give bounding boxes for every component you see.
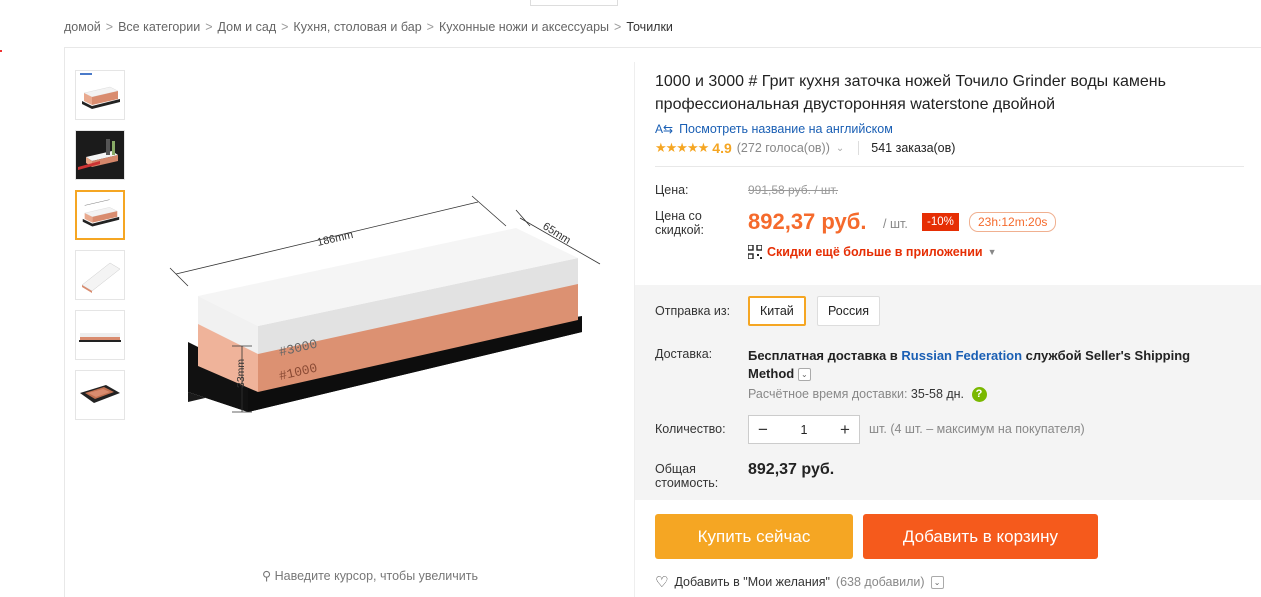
discount-label-line1: Цена со xyxy=(655,209,702,223)
chevron-down-icon[interactable]: ⌄ xyxy=(797,368,811,382)
eta-label: Расчётное время доставки: xyxy=(748,387,908,401)
thumbnail-6[interactable] xyxy=(75,370,125,420)
delivery-eta: Расчётное время доставки: 35-58 дн. ? xyxy=(748,387,987,403)
divider xyxy=(655,166,1244,167)
panel-left-border xyxy=(64,47,65,597)
top-tab-stub xyxy=(530,0,618,6)
help-icon[interactable]: ? xyxy=(971,387,987,403)
thumbnail-1[interactable] xyxy=(75,70,125,120)
quantity-label: Количество: xyxy=(655,422,726,436)
thumbnail-5[interactable] xyxy=(75,310,125,360)
total-label-line2: стоимость: xyxy=(655,476,719,490)
countdown-timer: 23h:12m:20s xyxy=(969,212,1057,232)
add-to-cart-button[interactable]: Добавить в корзину xyxy=(863,514,1098,559)
label-height: 33mm xyxy=(235,359,247,388)
chevron-down-icon[interactable]: ⌄ xyxy=(930,575,944,589)
translate-icon: A⇆ xyxy=(655,122,674,136)
breadcrumb-home-garden[interactable]: Дом и сад xyxy=(218,20,277,34)
stray-dot xyxy=(0,50,2,52)
price-unit: / шт. xyxy=(883,217,908,231)
rating-votes[interactable]: (272 голоса(ов)) xyxy=(737,141,830,155)
breadcrumb-separator: > xyxy=(205,20,213,34)
discount-label-line2: скидкой: xyxy=(655,223,705,237)
zoom-hint: ⚲ Наведите курсор, чтобы увеличить xyxy=(262,568,478,583)
rating-score: 4.9 xyxy=(712,140,732,156)
plus-icon[interactable]: + xyxy=(831,420,859,440)
product-info: 1000 и 3000 # Грит кухня заточка ножей Т… xyxy=(655,70,1255,265)
qr-code-icon xyxy=(748,245,762,259)
breadcrumb-separator: > xyxy=(105,20,114,34)
rating-stars-icon: ★★★★★ xyxy=(655,140,709,155)
breadcrumb-current: Точилки xyxy=(626,20,673,34)
discount-badge: -10% xyxy=(922,213,959,231)
app-deal-link[interactable]: Скидки ещё больше в приложении ▼ xyxy=(748,245,997,259)
breadcrumb-home[interactable]: домой xyxy=(64,20,101,34)
breadcrumb-separator: > xyxy=(281,20,289,34)
thumbnail-2[interactable] xyxy=(75,130,125,180)
app-deal-text: Скидки ещё больше в приложении xyxy=(767,245,983,259)
orders-count: 541 заказа(ов) xyxy=(871,141,956,155)
total-price: 892,37 руб. xyxy=(748,461,835,478)
price-label: Цена: xyxy=(655,183,689,197)
old-price: 991,58 руб. / шт. xyxy=(748,183,839,197)
caret-down-icon: ▼ xyxy=(987,247,997,257)
total-label-line1: Общая xyxy=(655,462,696,476)
eta-days: 35-58 дн. xyxy=(910,387,965,401)
wishlist-text: Добавить в "Мои желания" xyxy=(674,575,830,589)
rating-separator xyxy=(858,141,860,155)
main-product-image[interactable]: 186mm 65mm 33mm #3000 #1000 xyxy=(140,70,625,555)
minus-icon[interactable]: − xyxy=(749,420,777,440)
buy-now-button[interactable]: Купить сейчас xyxy=(655,514,853,559)
breadcrumb: домой > Все категории > Дом и сад > Кухня, сто… xyxy=(64,20,673,34)
discount-price-label: Цена со скидкой: xyxy=(655,209,704,237)
price-box: Цена: 991,58 руб. / шт. Цена со скидкой:… xyxy=(655,181,1255,265)
current-price: 892,37 руб. xyxy=(748,209,867,234)
breadcrumb-separator: > xyxy=(426,20,434,34)
ship-from-russia[interactable]: Россия xyxy=(817,296,880,326)
thumbnail-3[interactable] xyxy=(75,190,125,240)
chevron-down-icon[interactable]: ⌄ xyxy=(836,143,844,154)
product-title: 1000 и 3000 # Грит кухня заточка ножей Т… xyxy=(655,73,1166,113)
label-length: 186mm xyxy=(316,229,354,249)
breadcrumb-kitchen[interactable]: Кухня, столовая и бар xyxy=(293,20,421,34)
delivery-country-link[interactable]: Russian Federation xyxy=(901,348,1022,363)
quantity-note: шт. (4 шт. – максимум на покупателя) xyxy=(869,422,1085,436)
total-label: Общая стоимость: xyxy=(655,462,718,490)
delivery-label: Доставка: xyxy=(655,347,713,361)
translate-link[interactable]: A⇆ Посмотреть название на английском xyxy=(655,122,1255,136)
rating-row: ★★★★★ 4.9 (272 голоса(ов)) ⌄ 541 заказа(… xyxy=(655,140,1255,156)
thumbnail-strip xyxy=(75,70,125,430)
translate-link-text: Посмотреть название на английском xyxy=(679,122,893,136)
breadcrumb-separator: > xyxy=(614,20,622,34)
thumbnail-4[interactable] xyxy=(75,250,125,300)
ship-from-label: Отправка из: xyxy=(655,304,731,318)
wishlist-row[interactable]: ♡ Добавить в "Мои желания" (638 добавили… xyxy=(655,573,944,591)
breadcrumb-knives[interactable]: Кухонные ножи и аксессуары xyxy=(439,20,609,34)
quantity-input[interactable]: 1 xyxy=(790,423,818,437)
breadcrumb-all-categories[interactable]: Все категории xyxy=(118,20,200,34)
zoom-hint-text: Наведите курсор, чтобы увеличить xyxy=(274,569,478,583)
heart-plus-icon: ♡ xyxy=(655,574,669,591)
magnifier-icon: ⚲ xyxy=(262,569,272,583)
delivery-pre: Бесплатная доставка в xyxy=(748,348,902,363)
delivery-info: Бесплатная доставка в Russian Federation… xyxy=(748,347,1238,383)
wishlist-count: (638 добавили) xyxy=(835,575,925,589)
ship-from-china[interactable]: Китай xyxy=(748,296,806,326)
quantity-stepper: − 1 + xyxy=(748,415,860,444)
